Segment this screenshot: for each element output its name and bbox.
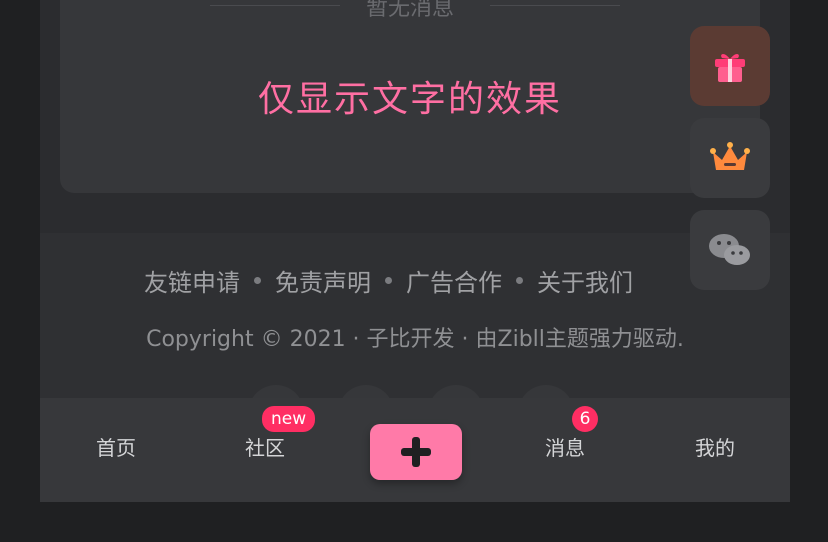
new-badge: new: [262, 406, 316, 432]
footer-links: 友链申请 免责声明 广告合作 关于我们: [144, 263, 633, 298]
tab-community[interactable]: 社区: [210, 432, 320, 461]
tab-messages-label: 消息: [545, 436, 585, 460]
tab-messages[interactable]: 消息: [510, 432, 620, 461]
footer-link-friend-links[interactable]: 友链申请: [144, 263, 240, 298]
footer-link-disclaimer[interactable]: 免责声明: [275, 263, 371, 298]
wechat-button[interactable]: [690, 210, 770, 290]
bottom-tab-bar: 首页 社区 new 消息 6 我的: [40, 398, 790, 502]
tab-profile[interactable]: 我的: [660, 432, 770, 461]
footer-separator: [516, 277, 523, 284]
crown-icon: [710, 142, 750, 170]
page-container: 暂无消息 仅显示文字的效果 友链申请 免责声明 广告合作 关于我们 Copyri…: [40, 0, 790, 502]
add-post-button[interactable]: [370, 424, 462, 480]
notice-headline: 仅显示文字的效果: [257, 79, 562, 120]
footer-link-about-us[interactable]: 关于我们: [537, 263, 633, 298]
gift-button[interactable]: [690, 26, 770, 106]
tab-home-label: 首页: [96, 436, 136, 460]
tab-community-label: 社区: [245, 436, 285, 460]
empty-message-text: 暂无消息: [365, 0, 454, 21]
gift-icon: [715, 53, 745, 82]
footer-separator: [254, 277, 261, 284]
plus-icon: [401, 437, 431, 467]
tab-home[interactable]: 首页: [61, 432, 171, 461]
divider-right: [490, 5, 620, 6]
wechat-icon: [709, 234, 750, 265]
footer-link-advertising[interactable]: 广告合作: [406, 263, 502, 298]
site-footer: 友链申请 免责声明 广告合作 关于我们 Copyright © 2021 · 子…: [40, 233, 790, 441]
vip-button[interactable]: [690, 118, 770, 198]
notice-card: 暂无消息 仅显示文字的效果: [60, 0, 760, 193]
copyright-text: Copyright © 2021 · 子比开发 · 由Zibll主题强力驱动.: [146, 327, 684, 352]
tab-profile-label: 我的: [695, 436, 735, 460]
message-count-badge: 6: [572, 406, 598, 432]
footer-separator: [385, 277, 392, 284]
